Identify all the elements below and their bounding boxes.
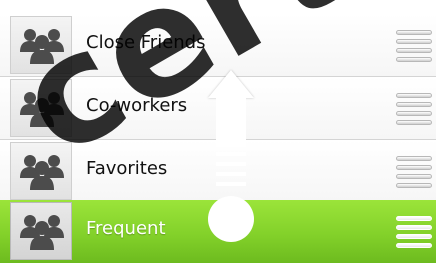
group-name: Co-workers <box>86 95 188 116</box>
swipe-up-arrow-icon <box>198 70 264 260</box>
people-group-icon <box>20 92 64 127</box>
arrowhead <box>208 70 254 98</box>
group-avatar <box>10 202 72 260</box>
people-group-icon <box>20 29 64 64</box>
group-name: Frequent <box>86 218 166 239</box>
drag-handle-icon[interactable] <box>396 156 432 188</box>
group-avatar <box>10 79 72 137</box>
touch-point-icon <box>208 196 254 242</box>
arrow-trail <box>216 172 246 176</box>
group-name: Favorites <box>86 158 168 179</box>
group-avatar <box>10 142 72 200</box>
group-name: Close Friends <box>86 32 206 53</box>
people-group-icon <box>20 215 64 250</box>
drag-handle-icon[interactable] <box>396 93 432 125</box>
arrow-trail <box>216 162 246 166</box>
group-avatar <box>10 16 72 74</box>
drag-handle-icon[interactable] <box>396 216 432 248</box>
people-group-icon <box>20 155 64 190</box>
arrow-shaft <box>216 97 246 147</box>
list-item[interactable]: Close Friends <box>0 14 436 77</box>
group-list-screen: Close Friends Co-workers Favorites Frequ… <box>0 0 436 263</box>
arrow-trail <box>216 152 246 156</box>
arrow-trail <box>216 182 246 186</box>
drag-handle-icon[interactable] <box>396 30 432 62</box>
